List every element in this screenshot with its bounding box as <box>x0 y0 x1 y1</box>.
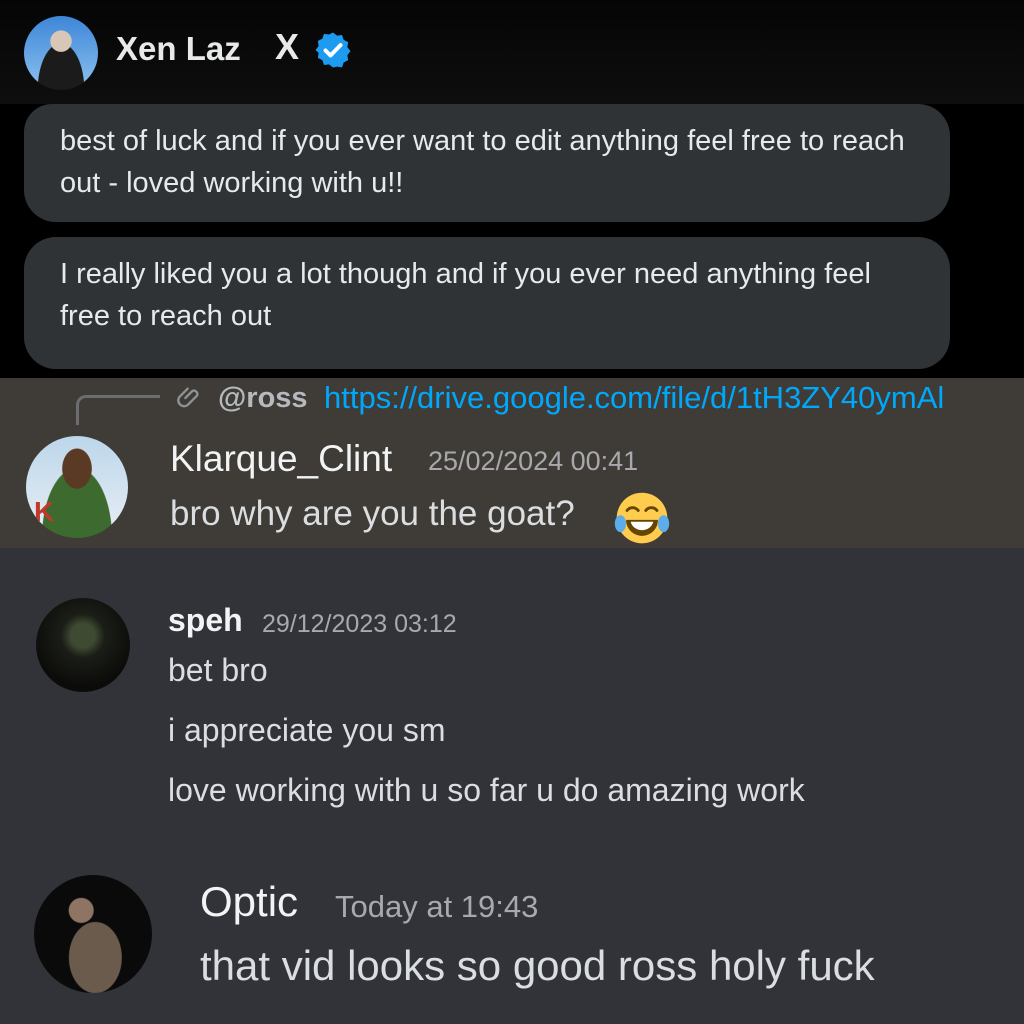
message-author[interactable]: speh <box>168 602 243 639</box>
message-timestamp: Today at 19:43 <box>335 889 539 924</box>
contact-name[interactable]: Xen Laz <box>116 30 241 68</box>
message-text: that vid looks so good ross holy fuck <box>200 942 875 989</box>
message-text: i appreciate you sm <box>168 712 446 748</box>
message-timestamp: 29/12/2023 03:12 <box>262 610 457 638</box>
reply-link[interactable]: https://drive.google.com/file/d/1tH3ZY40… <box>324 380 944 416</box>
message-text: love working with u so far u do amazing … <box>168 772 805 808</box>
klarque-avatar[interactable]: K <box>26 436 128 538</box>
reply-mention[interactable]: @ross <box>218 382 308 415</box>
discord-message-group: speh 29/12/2023 03:12 bet bro i apprecia… <box>0 548 1024 848</box>
speh-avatar[interactable] <box>36 598 130 692</box>
x-logo-icon: X <box>274 26 299 67</box>
message-text: bet bro <box>168 652 268 688</box>
reply-connector <box>76 395 160 425</box>
dm-message-bubble[interactable]: best of luck and if you ever want to edi… <box>24 104 950 222</box>
discord-message-group: Optic Today at 19:43 that vid looks so g… <box>0 848 1024 1024</box>
x-dm-header: Xen Laz X <box>0 0 1024 104</box>
discord-highlighted-message[interactable]: @ross https://drive.google.com/file/d/1t… <box>0 378 1024 548</box>
message-text: bro why are you the goat? <box>170 494 575 533</box>
message-author[interactable]: Optic <box>200 878 298 926</box>
message-timestamp: 25/02/2024 00:41 <box>428 446 639 476</box>
message-author[interactable]: Klarque_Clint <box>170 438 392 480</box>
verified-badge-icon <box>315 32 351 68</box>
avatar-letter: K <box>34 496 55 527</box>
attachment-icon <box>177 387 199 408</box>
dm-message-bubble[interactable]: I really liked you a lot though and if y… <box>24 237 950 369</box>
joy-emoji-icon <box>614 492 670 544</box>
x-dm-panel: Xen Laz X best of luck and if you ever w… <box>0 0 1024 378</box>
xen-laz-avatar[interactable] <box>24 16 98 90</box>
optic-avatar[interactable] <box>34 875 152 993</box>
